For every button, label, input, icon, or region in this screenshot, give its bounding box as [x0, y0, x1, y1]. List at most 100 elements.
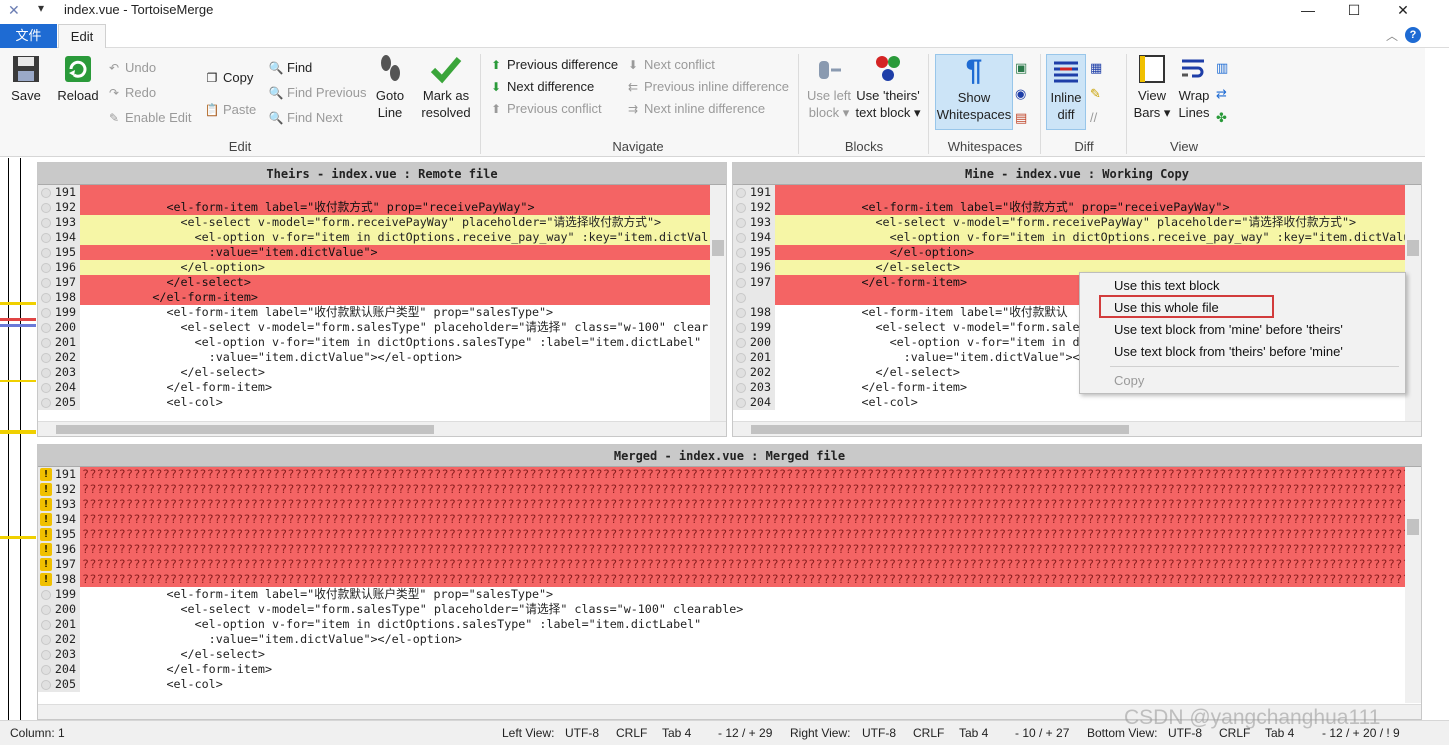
menu-item-use-text-block[interactable]: Use this text block: [1114, 276, 1220, 296]
status-left-tab[interactable]: Tab 4: [662, 726, 691, 740]
use-left-block-button[interactable]: Use left block ▾: [804, 53, 854, 121]
undo-button[interactable]: ↶ Undo: [106, 58, 156, 78]
code-line[interactable]: 192 <el-form-item label="收付款方式" prop="re…: [38, 200, 726, 215]
maximize-button[interactable]: ☐: [1331, 0, 1377, 22]
status-left-eol[interactable]: CRLF: [616, 726, 647, 740]
find-previous-button[interactable]: 🔍 Find Previous: [268, 83, 367, 103]
code-line[interactable]: 191: [38, 185, 726, 200]
code-line[interactable]: 204 </el-form-item>: [38, 380, 726, 395]
paste-button[interactable]: 📋 Paste: [204, 100, 257, 120]
code-line[interactable]: 203 </el-select>: [38, 365, 726, 380]
code-line[interactable]: 194 <el-option v-for="item in dictOption…: [38, 230, 726, 245]
code-line[interactable]: 199 <el-form-item label="收付款默认账户类型" prop…: [38, 587, 1421, 602]
code-line[interactable]: 195 </el-option>: [733, 245, 1421, 260]
code-line[interactable]: 196 </el-option>: [38, 260, 726, 275]
next-diff-label: Next difference: [507, 79, 595, 94]
mine-horizontal-scrollbar[interactable]: [733, 421, 1421, 436]
theirs-code[interactable]: 191 192 <el-form-item label="收付款方式" prop=…: [38, 185, 726, 410]
show-whitespaces-button[interactable]: ¶ Show Whitespaces: [935, 54, 1013, 130]
collapse-icon[interactable]: ✤: [1216, 108, 1227, 128]
theirs-vertical-scrollbar[interactable]: [710, 185, 726, 421]
menu-item-use-whole-file[interactable]: Use this whole file: [1114, 298, 1219, 318]
layout-icon[interactable]: ▥: [1216, 58, 1228, 78]
collapse-ribbon-icon[interactable]: ︿: [1386, 27, 1398, 44]
quick-access-menu[interactable]: ▾: [38, 1, 44, 15]
code-line[interactable]: 195 :value="item.dictValue">: [38, 245, 726, 260]
previous-inline-difference-button[interactable]: ⇇ Previous inline difference: [625, 77, 789, 97]
menu-item-theirs-before-mine[interactable]: Use text block from 'theirs' before 'min…: [1114, 342, 1343, 362]
highlight-icon[interactable]: ✎: [1090, 84, 1101, 104]
code-line[interactable]: 204 <el-col>: [733, 395, 1421, 410]
code-line[interactable]: ! 194????????????????????????????????????…: [38, 512, 1421, 527]
swap-icon[interactable]: ⇄: [1216, 84, 1227, 104]
code-line[interactable]: ! 197????????????????????????????????????…: [38, 557, 1421, 572]
code-line[interactable]: 204 </el-form-item>: [38, 662, 1421, 677]
status-right-tab[interactable]: Tab 4: [959, 726, 988, 740]
use-theirs-block-button[interactable]: Use 'theirs' text block ▾: [855, 53, 921, 121]
find-next-button[interactable]: 🔍 Find Next: [268, 108, 343, 128]
previous-difference-button[interactable]: ⬆ Previous difference: [488, 55, 618, 75]
previous-conflict-button[interactable]: ⬆ Previous conflict: [488, 99, 602, 119]
view-bars-button[interactable]: View Bars ▾: [1132, 53, 1172, 121]
find-button[interactable]: 🔍 Find: [268, 58, 313, 78]
code-line[interactable]: 202 :value="item.dictValue"></el-option>: [38, 350, 726, 365]
code-line[interactable]: ! 193????????????????????????????????????…: [38, 497, 1421, 512]
menu-item-copy[interactable]: Copy: [1114, 371, 1144, 391]
theirs-horizontal-scrollbar[interactable]: [38, 421, 726, 436]
save-button[interactable]: Save: [6, 53, 46, 104]
code-line[interactable]: ! 192????????????????????????????????????…: [38, 482, 1421, 497]
goto-line-button[interactable]: Goto Line: [370, 53, 410, 121]
code-line[interactable]: 200 <el-select v-model="form.salesType" …: [38, 320, 726, 335]
code-line[interactable]: 192 <el-form-item label="收付款方式" prop="re…: [733, 200, 1421, 215]
code-line[interactable]: 205 <el-col>: [38, 395, 726, 410]
code-line[interactable]: ! 195????????????????????????????????????…: [38, 527, 1421, 542]
status-right-eol[interactable]: CRLF: [913, 726, 944, 740]
code-line[interactable]: 199 <el-form-item label="收付款默认账户类型" prop…: [38, 305, 726, 320]
code-line[interactable]: 193 <el-select v-model="form.receivePayW…: [38, 215, 726, 230]
whitespace-option-1-icon[interactable]: ▣: [1015, 58, 1027, 78]
merged-vertical-scrollbar[interactable]: [1405, 467, 1421, 703]
reload-button[interactable]: Reload: [54, 53, 102, 104]
code-line[interactable]: 202 :value="item.dictValue"></el-option>: [38, 632, 1421, 647]
code-line[interactable]: ! 198????????????????????????????????????…: [38, 572, 1421, 587]
whitespace-option-2-icon[interactable]: ◉: [1015, 84, 1026, 104]
wrap-lines-button[interactable]: Wrap Lines: [1174, 53, 1214, 121]
code-line[interactable]: 191: [733, 185, 1421, 200]
merged-code[interactable]: ! 191????????????????????????????????????…: [38, 467, 1421, 692]
code-line[interactable]: 203 </el-select>: [38, 647, 1421, 662]
help-icon[interactable]: ?: [1405, 27, 1421, 43]
merged-pane[interactable]: Merged - index.vue : Merged file ! 191???…: [37, 444, 1422, 720]
next-difference-button[interactable]: ⬇ Next difference: [488, 77, 594, 97]
mine-vertical-scrollbar[interactable]: [1405, 185, 1421, 421]
word-diff-icon[interactable]: ▦: [1090, 58, 1102, 78]
code-line[interactable]: 197 </el-select>: [38, 275, 726, 290]
location-bar[interactable]: [0, 158, 36, 720]
code-line[interactable]: 200 <el-select v-model="form.salesType" …: [38, 602, 1421, 617]
code-line[interactable]: 193 <el-select v-model="form.receivePayW…: [733, 215, 1421, 230]
code-line[interactable]: 205 <el-col>: [38, 677, 1421, 692]
code-line[interactable]: 201 <el-option v-for="item in dictOption…: [38, 617, 1421, 632]
redo-button[interactable]: ↷ Redo: [106, 83, 156, 103]
tab-file[interactable]: 文件: [0, 24, 57, 48]
tab-edit[interactable]: Edit: [58, 24, 106, 49]
copy-button[interactable]: ❐ Copy: [204, 68, 254, 88]
status-left-encoding[interactable]: UTF-8: [565, 726, 599, 740]
next-inline-difference-button[interactable]: ⇉ Next inline difference: [625, 99, 765, 119]
code-line[interactable]: 198 </el-form-item>: [38, 290, 726, 305]
code-line[interactable]: ! 196????????????????????????????????????…: [38, 542, 1421, 557]
enable-edit-button[interactable]: ✎ Enable Edit: [106, 108, 192, 128]
next-conflict-button[interactable]: ⬇ Next conflict: [625, 55, 715, 75]
theirs-pane[interactable]: Theirs - index.vue : Remote file 191 192 …: [37, 162, 727, 437]
code-line[interactable]: 201 <el-option v-for="item in dictOption…: [38, 335, 726, 350]
code-line[interactable]: ! 191????????????????????????????????????…: [38, 467, 1421, 482]
close-button[interactable]: ✕: [1380, 0, 1426, 22]
mark-resolved-button[interactable]: Mark as resolved: [418, 53, 474, 121]
ignore-case-icon[interactable]: //: [1090, 108, 1097, 128]
menu-item-mine-before-theirs[interactable]: Use text block from 'mine' before 'their…: [1114, 320, 1343, 340]
minimize-button[interactable]: —: [1285, 0, 1331, 22]
line-number: 194: [38, 230, 80, 245]
status-right-encoding[interactable]: UTF-8: [862, 726, 896, 740]
inline-diff-button[interactable]: Inline diff: [1046, 54, 1086, 130]
code-line[interactable]: 194 <el-option v-for="item in dictOption…: [733, 230, 1421, 245]
whitespace-option-3-icon[interactable]: ▤: [1015, 108, 1027, 128]
